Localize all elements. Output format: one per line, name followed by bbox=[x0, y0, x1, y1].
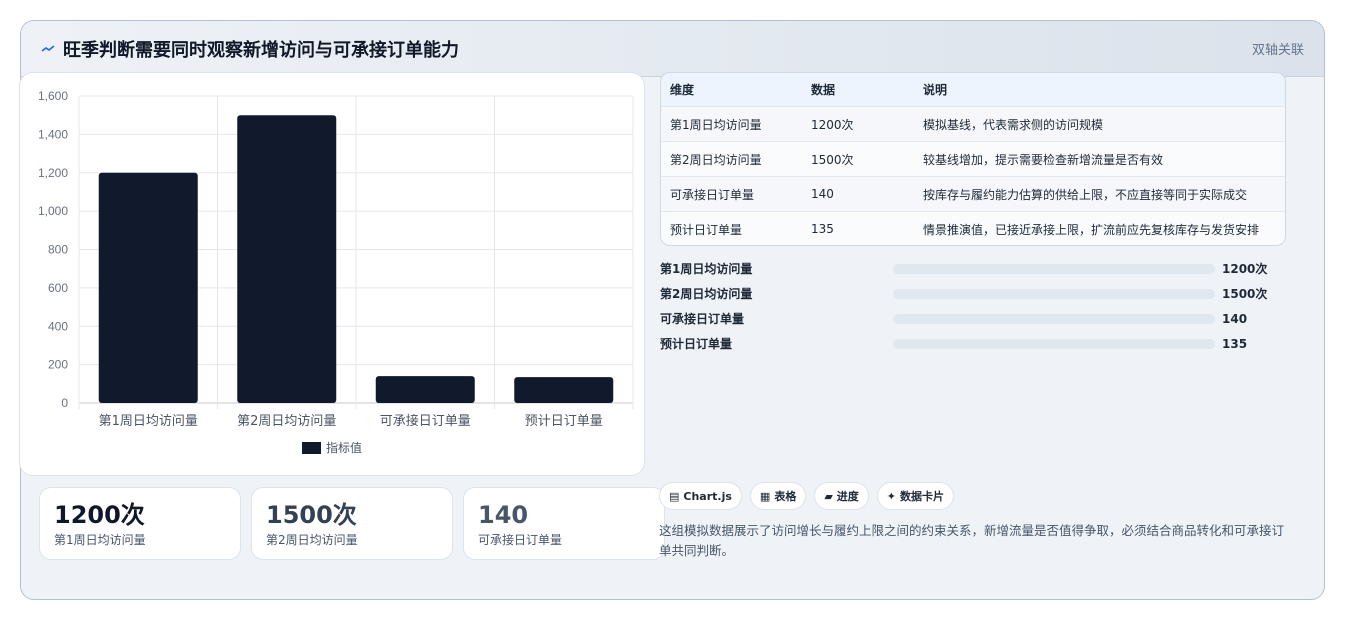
progress-value: 1200次 bbox=[1222, 262, 1268, 276]
table-cell: 1500次 bbox=[811, 152, 854, 167]
table-cell: 按库存与履约能力估算的供给上限，不应直接等同于实际成交 bbox=[923, 187, 1248, 202]
legend-swatch bbox=[302, 442, 321, 454]
tag-label: 数据卡片 bbox=[900, 490, 945, 503]
progress-value: 135 bbox=[1222, 336, 1248, 351]
x-tick-label: 第1周日均访问量 bbox=[99, 414, 198, 429]
table-cell: 1200次 bbox=[811, 117, 854, 132]
x-tick-label: 可承接日订单量 bbox=[380, 413, 471, 429]
y-tick-label: 0 bbox=[61, 396, 68, 410]
stat-value: 1500次 bbox=[266, 501, 357, 529]
sparkline-icon bbox=[41, 42, 55, 56]
table-row: 可承接日订单量 140 按库存与履约能力估算的供给上限，不应直接等同于实际成交 bbox=[661, 176, 1285, 211]
table-cell: 135 bbox=[811, 222, 834, 236]
y-tick-label: 1,200 bbox=[38, 166, 68, 180]
chart-icon: ▤ bbox=[669, 489, 680, 503]
progress-row: 第2周日均访问量 1500次 bbox=[660, 281, 1286, 306]
progress-track bbox=[893, 263, 1215, 274]
y-tick-label: 800 bbox=[48, 243, 68, 257]
progress-icon: ▰ bbox=[824, 489, 833, 503]
y-tick-label: 600 bbox=[48, 281, 68, 295]
description-text: 这组模拟数据展示了访问增长与履约上限之间的约束关系，新增流量是否值得争取，必须结… bbox=[659, 523, 1285, 558]
table-cell: 情景推演值，已接近承接上限，扩流前应先复核库存与发货安排 bbox=[923, 222, 1260, 237]
progress-track bbox=[893, 288, 1215, 299]
progress-row: 第1周日均访问量 1200次 bbox=[660, 256, 1286, 281]
bar bbox=[514, 377, 614, 403]
table-cell: 模拟基线，代表需求侧的访问规模 bbox=[923, 117, 1104, 132]
column-header: 维度 bbox=[670, 83, 695, 97]
stat-label: 可承接日订单量 bbox=[478, 533, 563, 547]
progress-track bbox=[893, 338, 1215, 349]
y-tick-label: 200 bbox=[48, 358, 68, 372]
stat-label: 第1周日均访问量 bbox=[54, 533, 146, 547]
progress-label: 可承接日订单量 bbox=[660, 312, 745, 326]
progress-label: 第2周日均访问量 bbox=[660, 287, 753, 301]
dual-axis-badge: 双轴关联 bbox=[1251, 43, 1304, 58]
tag-progress[interactable]: ▰ 进度 bbox=[814, 482, 869, 510]
y-tick-label: 1,400 bbox=[38, 127, 68, 141]
progress-row: 预计日订单量 135 bbox=[660, 331, 1286, 356]
tag-chartjs[interactable]: ▤ Chart.js bbox=[659, 482, 742, 510]
tag-label: 表格 bbox=[774, 490, 797, 503]
progress-value: 1500次 bbox=[1222, 287, 1268, 301]
stat-value: 140 bbox=[478, 501, 529, 529]
y-tick-label: 1,600 bbox=[38, 89, 68, 103]
card-header: 旺季判断需要同时观察新增访问与可承接订单能力 双轴关联 bbox=[21, 21, 1324, 77]
page-title: 旺季判断需要同时观察新增访问与可承接订单能力 bbox=[63, 39, 459, 61]
progress-value: 140 bbox=[1222, 311, 1248, 326]
progress-label: 预计日订单量 bbox=[660, 337, 733, 351]
stat-card-week1: 1200次 第1周日均访问量 bbox=[39, 487, 241, 560]
column-header: 说明 bbox=[923, 83, 948, 97]
x-tick-label: 第2周日均访问量 bbox=[237, 414, 336, 429]
column-header: 数据 bbox=[811, 83, 836, 97]
tag-label: 进度 bbox=[836, 490, 859, 503]
table-cell: 第1周日均访问量 bbox=[670, 117, 762, 132]
tag-data-card[interactable]: ✦ 数据卡片 bbox=[876, 482, 955, 510]
tag-label: Chart.js bbox=[683, 489, 732, 503]
y-tick-label: 1,000 bbox=[38, 204, 68, 218]
table-row: 第2周日均访问量 1500次 较基线增加，提示需要检查新增流量是否有效 bbox=[661, 141, 1285, 176]
table-cell: 第2周日均访问量 bbox=[670, 152, 762, 167]
x-tick-label: 预计日订单量 bbox=[525, 414, 603, 429]
table-icon: ▦ bbox=[759, 489, 771, 503]
table-row: 预计日订单量 135 情景推演值，已接近承接上限，扩流前应先复核库存与发货安排 bbox=[661, 211, 1285, 245]
stat-card-week2: 1500次 第2周日均访问量 bbox=[251, 487, 453, 560]
stat-label: 第2周日均访问量 bbox=[266, 533, 358, 547]
table-row: 第1周日均访问量 1200次 模拟基线，代表需求侧的访问规模 bbox=[661, 106, 1285, 141]
tag-table[interactable]: ▦ 表格 bbox=[749, 482, 807, 510]
progress-list: 第1周日均访问量 1200次 第2周日均访问量 1500次 可承接日订单量 14… bbox=[660, 256, 1286, 356]
bar-chart: 0 200 400 600 800 1,000 1,200 1,400 1,600 第1周日均访问… bbox=[38, 89, 634, 455]
table-header-row: 维度 数据 说明 bbox=[661, 73, 1285, 106]
table-cell: 140 bbox=[811, 187, 834, 201]
table-cell: 预计日订单量 bbox=[670, 222, 743, 237]
progress-track bbox=[893, 313, 1215, 324]
bar-chart-panel: 0 200 400 600 800 1,000 1,200 1,400 1,600 第1周日均访问… bbox=[19, 72, 645, 476]
progress-row: 可承接日订单量 140 bbox=[660, 306, 1286, 331]
y-tick-label: 400 bbox=[48, 319, 68, 333]
data-table: 维度 数据 说明 第1周日均访问量 1200次 模拟基线，代表需求侧的访问规模 … bbox=[660, 72, 1286, 246]
card-icon: ✦ bbox=[886, 489, 897, 503]
table-cell: 可承接日订单量 bbox=[670, 187, 755, 202]
bar bbox=[375, 376, 475, 403]
progress-label: 第1周日均访问量 bbox=[660, 262, 753, 276]
bar bbox=[98, 172, 198, 403]
table-cell: 较基线增加，提示需要检查新增流量是否有效 bbox=[923, 152, 1164, 167]
feature-tags: ▤ Chart.js ▦ 表格 ▰ 进度 ✦ 数据卡片 bbox=[659, 482, 955, 510]
legend-label: 指标值 bbox=[326, 440, 362, 455]
stat-card-capacity: 140 可承接日订单量 bbox=[463, 487, 665, 560]
bar bbox=[237, 115, 337, 403]
stat-value: 1200次 bbox=[54, 501, 145, 529]
